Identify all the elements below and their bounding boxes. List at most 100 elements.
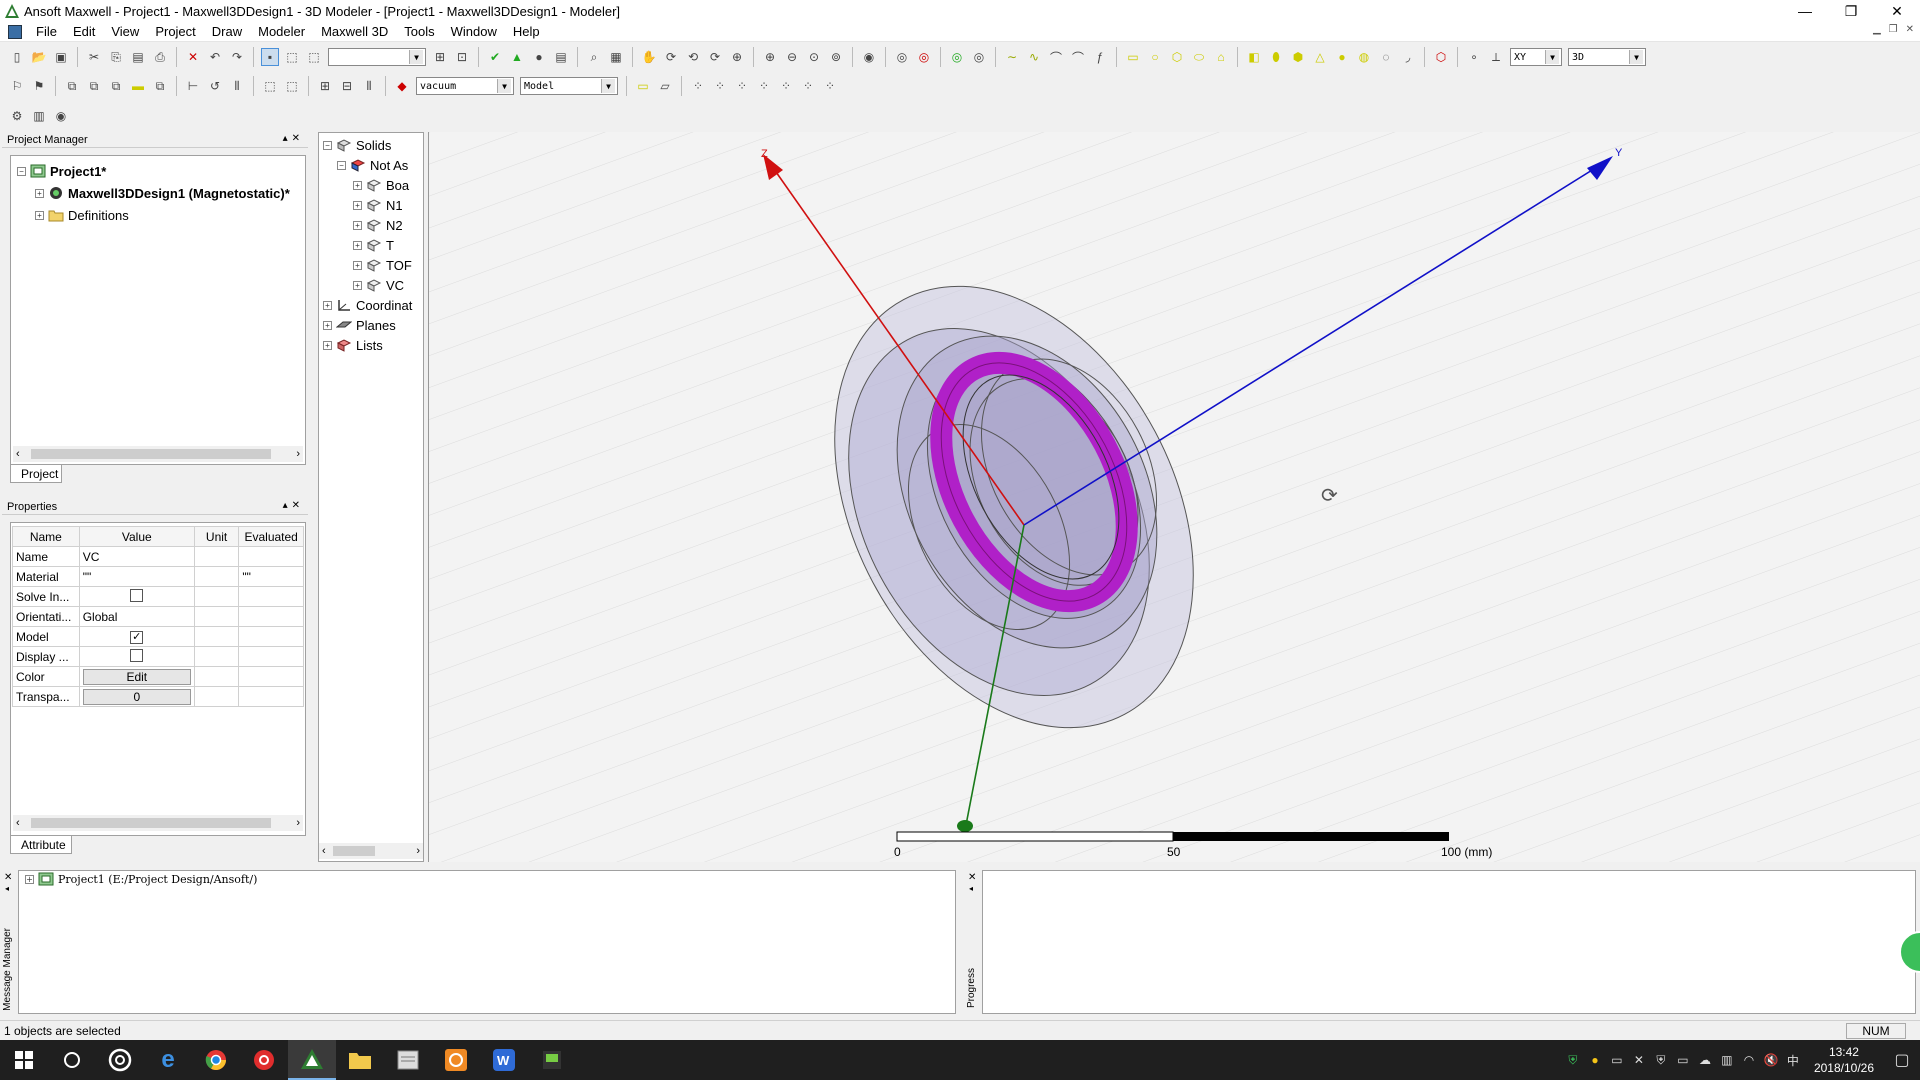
helix-icon[interactable]: ◌ [1377,48,1395,66]
prop-row-orientation[interactable]: Orientati... Global [12,606,304,627]
setup-icon[interactable]: ⚙ [8,107,26,125]
tray-window-icon[interactable]: ▭ [1606,1053,1628,1067]
move-icon[interactable]: ⊢ [184,77,202,95]
rotate-screen-icon[interactable]: ⟳ [706,48,724,66]
duplicate-along-line-icon[interactable]: ⊞ [316,77,334,95]
selection-combo[interactable]: ▼ [328,48,426,66]
cover-icon[interactable]: ⬚ [283,77,301,95]
expand-icon[interactable]: + [323,320,332,330]
tree-project[interactable]: − Project1* [17,160,305,182]
boundary-icon[interactable]: ⚐ [8,77,26,95]
chrome-icon[interactable] [192,1040,240,1080]
torus-icon[interactable]: ◍ [1355,48,1373,66]
duplicate-around-axis-icon[interactable]: ⊟ [338,77,356,95]
intersect-icon[interactable]: ⧉ [107,77,125,95]
expand-icon[interactable]: + [35,210,44,220]
properties-hscroll[interactable]: ‹ › [13,815,303,831]
maximize-button[interactable]: ❐ [1828,0,1874,22]
prop-row-color[interactable]: Color Edit [12,666,304,687]
network-icon[interactable]: ▥ [1716,1053,1738,1067]
cone-icon[interactable]: △ [1311,48,1329,66]
tab-project[interactable]: Project [10,465,62,483]
expand-icon[interactable]: + [353,180,362,190]
plane-combo[interactable]: XY ▼ [1510,48,1562,66]
menu-tools[interactable]: Tools [396,24,442,39]
tray-defender-icon[interactable]: ⛨ [1650,1053,1672,1068]
tree-solid-item[interactable]: + TOF [323,255,423,275]
snap-quadrant-icon[interactable]: ⁘ [777,77,795,95]
snap-face-icon[interactable]: ⁘ [755,77,773,95]
matrix-icon[interactable]: ▥ [30,107,48,125]
wifi-icon[interactable]: ◠ [1738,1053,1760,1067]
zoom-all-icon[interactable]: ⊙ [805,48,823,66]
tree-design[interactable]: + Maxwell3DDesign1 (Magnetostatic)* [17,182,305,204]
prop-row-name[interactable]: Name VC [12,546,304,567]
paste-icon[interactable]: ▤ [129,48,147,66]
snap-center-icon[interactable]: ⁘ [733,77,751,95]
display-wireframe-checkbox[interactable] [130,648,144,662]
tray-app-icon[interactable]: ● [1584,1053,1606,1067]
document-icon[interactable] [8,24,22,39]
netease-music-icon[interactable] [240,1040,288,1080]
new-icon[interactable]: ▯ [8,48,26,66]
polyhedron-icon[interactable]: ⬢ [1289,48,1307,66]
battery-icon[interactable]: ▭ [1672,1053,1694,1067]
region-icon[interactable]: ⬡ [1432,48,1450,66]
panel-close-icon[interactable]: ✕ [968,872,976,883]
menu-file[interactable]: File [28,24,65,39]
windows-start-icon[interactable] [0,1040,48,1080]
tree-solid-item[interactable]: + Boa [323,175,423,195]
show-icon[interactable]: ◎ [893,48,911,66]
scroll-right-icon[interactable]: › [296,817,300,829]
save-icon[interactable]: ▣ [52,48,70,66]
scroll-left-icon[interactable]: ‹ [322,845,326,857]
delete-icon[interactable]: ✕ [184,48,202,66]
expand-icon[interactable]: + [353,200,362,210]
snap-settings-icon[interactable]: ⁘ [821,77,839,95]
zoom-find-icon[interactable]: ⌕ [585,48,603,66]
menu-modeler[interactable]: Modeler [250,24,313,39]
file-explorer-icon[interactable] [336,1040,384,1080]
model-checkbox[interactable]: ✓ [130,631,144,644]
snap-grid-icon[interactable]: ▭ [634,77,652,95]
snap-arc-icon[interactable]: ⁘ [799,77,817,95]
expand-icon[interactable]: + [323,300,332,310]
zoom-icon[interactable]: ⊕ [728,48,746,66]
panel-close-icon[interactable]: ✕ [4,872,12,883]
sphere-icon[interactable]: ● [1333,48,1351,66]
snap-point-icon[interactable]: ⁘ [689,77,707,95]
undo-icon[interactable]: ↶ [206,48,224,66]
minimize-button[interactable]: — [1782,0,1828,22]
menu-maxwell3d[interactable]: Maxwell 3D [313,24,396,39]
redo-icon[interactable]: ↷ [228,48,246,66]
open-icon[interactable]: 📂 [30,48,48,66]
hide-icon[interactable]: ◎ [915,48,933,66]
security-shield-icon[interactable]: ⛨ [1562,1053,1584,1068]
prop-row-display-wireframe[interactable]: Display ... [12,646,304,667]
close-button[interactable]: ✕ [1874,0,1920,22]
ime-indicator[interactable]: 中 [1782,1052,1804,1069]
mdi-minimize-icon[interactable]: ▁ [1873,24,1881,35]
prop-row-material[interactable]: Material "" "" [12,566,304,587]
layer-icon[interactable]: ▦ [607,48,625,66]
zoom-out-icon[interactable]: ⊖ [783,48,801,66]
render-icon[interactable]: ◎ [948,48,966,66]
maxwell-taskbar-icon[interactable] [288,1040,336,1080]
expand-icon[interactable]: + [25,874,34,884]
panel-pin-icon[interactable]: ◂ [969,884,973,893]
rotate-axis-icon[interactable]: ⟲ [684,48,702,66]
excitation-icon[interactable]: ⚑ [30,77,48,95]
tree-solid-item[interactable]: + VC [323,275,423,295]
expand-icon[interactable]: + [353,260,362,270]
unite-icon[interactable]: ⧉ [63,77,81,95]
analyze-icon[interactable]: ▲ [508,48,526,66]
point-icon[interactable]: ∘ [1465,48,1483,66]
tree-solid-item[interactable]: + N2 [323,215,423,235]
regular-polygon-icon[interactable]: ⬡ [1168,48,1186,66]
optimetrics-icon[interactable]: ◉ [52,107,70,125]
select-edges-icon[interactable]: ⬚ [305,48,323,66]
col-name[interactable]: Name [12,526,80,547]
mirror-icon[interactable]: ⫴ [228,77,246,95]
ellipse-icon[interactable]: ⬭ [1190,48,1208,66]
collapse-icon[interactable]: − [337,160,346,170]
